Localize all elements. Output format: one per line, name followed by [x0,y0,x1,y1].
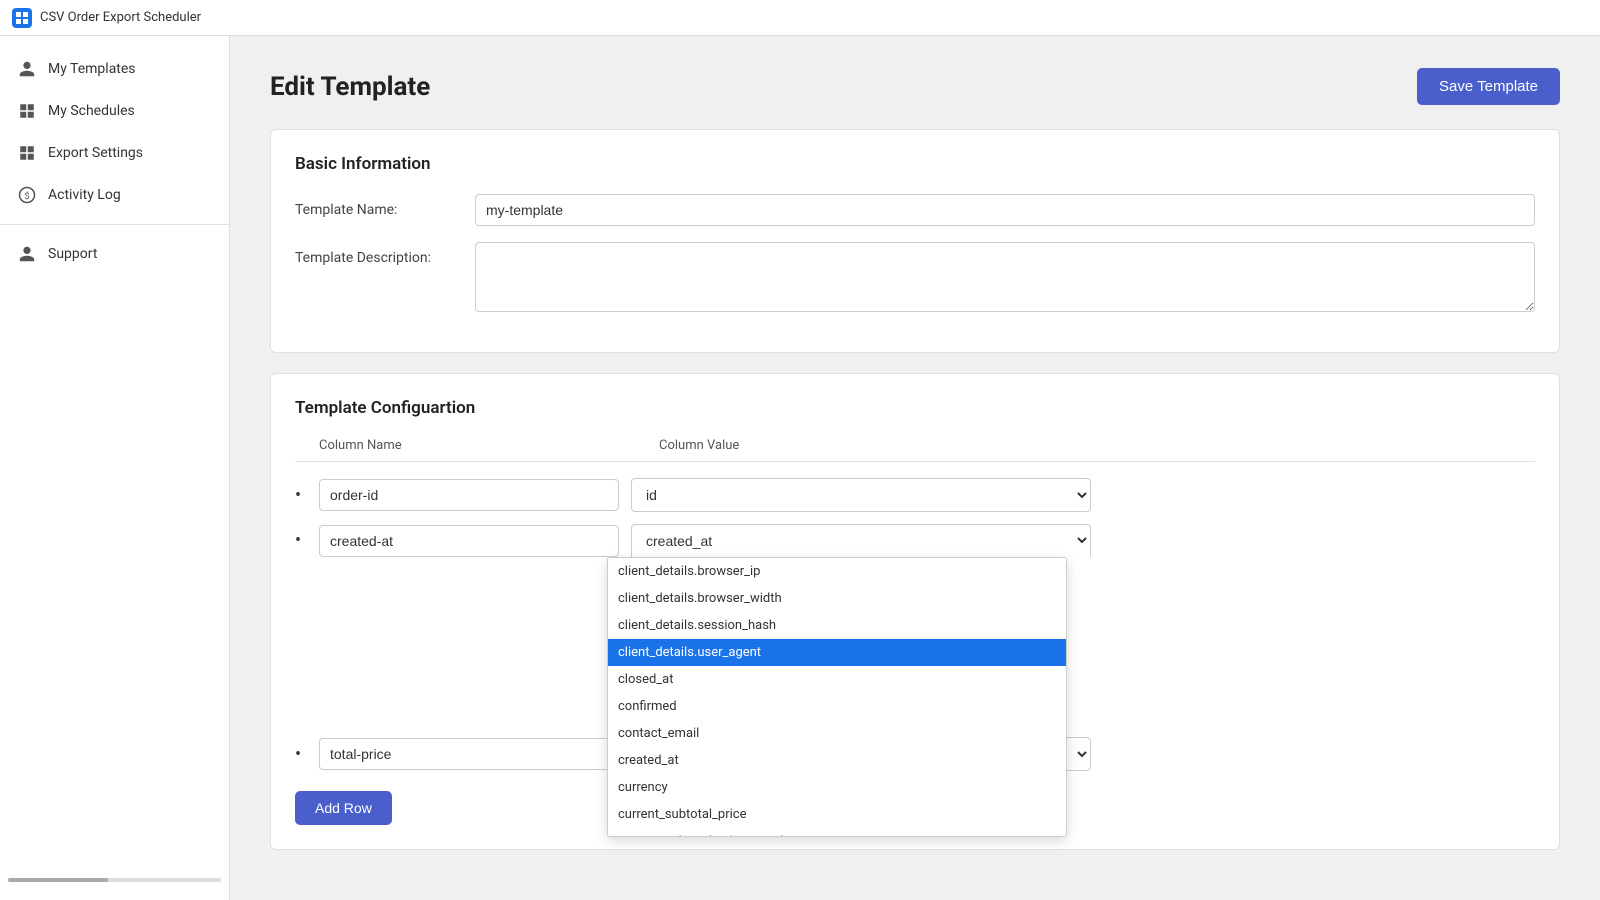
config-table-header: Column Name Column Value [295,438,1535,462]
main-content: Edit Template Save Template Basic Inform… [230,36,1600,900]
sidebar-item-activity-log[interactable]: $ Activity Log [0,174,229,216]
sidebar-divider [0,224,229,225]
basic-info-card: Basic Information Template Name: Templat… [270,129,1560,353]
grid-icon-schedules [16,100,38,122]
dropdown-item-2[interactable]: client_details.session_hash [608,612,1066,639]
col-value-select-0[interactable]: id created_at total_price [631,478,1091,512]
page-header: Edit Template Save Template [270,68,1560,105]
col-name-header: Column Name [319,438,659,453]
dropdown-item-9[interactable]: current_subtotal_price [608,801,1066,828]
sidebar-item-export-settings-label: Export Settings [48,145,143,161]
app-title: CSV Order Export Scheduler [40,10,201,25]
template-name-label: Template Name: [295,194,475,218]
col-name-input-0[interactable] [319,479,619,511]
template-name-row: Template Name: [295,194,1535,226]
sidebar-scrollbar[interactable] [8,878,221,882]
col-value-header: Column Value [659,438,739,453]
app-icon [12,8,32,28]
template-description-row: Template Description: [295,242,1535,312]
page-title: Edit Template [270,72,430,102]
sidebar-item-my-templates-label: My Templates [48,61,136,77]
dropdown-item-1[interactable]: client_details.browser_width [608,585,1066,612]
add-row-button[interactable]: Add Row [295,791,392,825]
config-row-1: • created_at client_details.browser_ip c… [295,524,1535,557]
bullet-2: • [295,744,307,765]
dropdown-item-8[interactable]: currency [608,774,1066,801]
grid-icon-export [16,142,38,164]
col-name-input-2[interactable] [319,738,619,770]
template-config-title: Template Configuartion [295,398,1535,418]
dropdown-item-4[interactable]: closed_at [608,666,1066,693]
sidebar-item-my-schedules-label: My Schedules [48,103,135,119]
col-name-input-1[interactable] [319,525,619,557]
dropdown-item-10[interactable]: current_subtotal_price_set.shop_money.am… [608,828,1066,837]
sidebar-item-activity-log-label: Activity Log [48,187,121,203]
bullet-0: • [295,485,307,506]
dropdown-item-0[interactable]: client_details.browser_ip [608,558,1066,585]
template-config-card: Template Configuartion Column Name Colum… [270,373,1560,850]
top-bar: CSV Order Export Scheduler [0,0,1600,36]
sidebar-item-my-schedules[interactable]: My Schedules [0,90,229,132]
sidebar-item-support[interactable]: Support [0,233,229,275]
template-description-input[interactable] [475,242,1535,312]
dropdown-item-5[interactable]: confirmed [608,693,1066,720]
config-row-0: • id created_at total_price [295,478,1535,512]
person-icon-support [16,243,38,265]
sidebar: My Templates My Schedules Export Setting… [0,36,230,900]
dropdown-item-6[interactable]: contact_email [608,720,1066,747]
col-value-select-1[interactable]: created_at [631,524,1091,557]
bullet-1: • [295,530,307,551]
dropdown-item-7[interactable]: created_at [608,747,1066,774]
dropdown-item-3[interactable]: client_details.user_agent [608,639,1066,666]
sidebar-item-support-label: Support [48,246,97,262]
basic-info-title: Basic Information [295,154,1535,174]
sidebar-item-export-settings[interactable]: Export Settings [0,132,229,174]
save-template-button[interactable]: Save Template [1417,68,1560,105]
dollar-icon: $ [16,184,38,206]
template-name-input[interactable] [475,194,1535,226]
sidebar-item-my-templates[interactable]: My Templates [0,48,229,90]
template-description-label: Template Description: [295,242,475,266]
person-icon [16,58,38,80]
col-value-dropdown[interactable]: client_details.browser_ip client_details… [607,557,1067,837]
svg-text:$: $ [24,191,29,202]
